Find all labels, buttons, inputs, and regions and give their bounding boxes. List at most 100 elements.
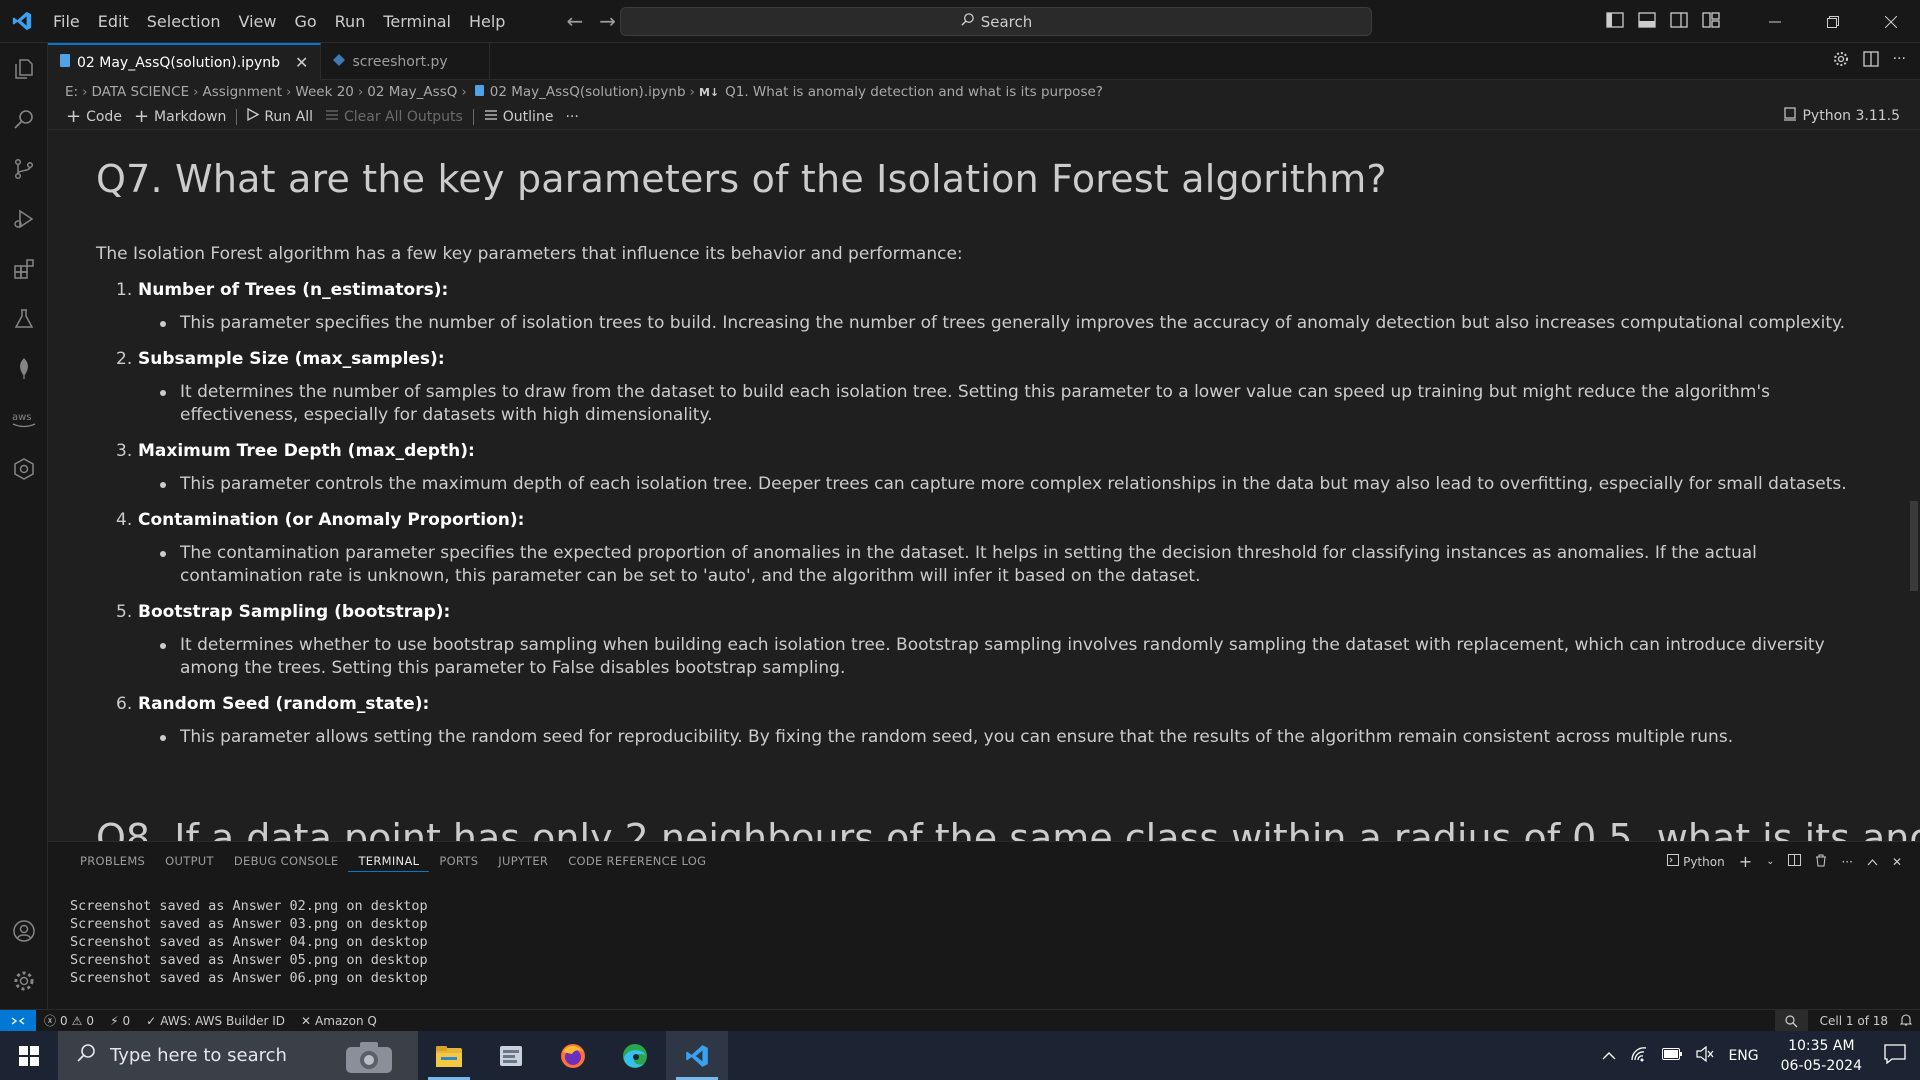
param-title: Random Seed (random_state): — [138, 694, 430, 714]
file-manager-taskbar-icon[interactable] — [480, 1031, 542, 1080]
file-explorer-taskbar-icon[interactable] — [418, 1031, 480, 1080]
tab-terminal[interactable]: TERMINAL — [348, 842, 430, 872]
amazon-q-status[interactable]: ✕ Amazon Q — [293, 1014, 385, 1028]
more-actions-icon[interactable]: ··· — [1893, 51, 1906, 71]
problems-status[interactable]: ⓧ 0 ⚠ 0 — [36, 1012, 102, 1029]
run-debug-icon[interactable] — [0, 197, 48, 241]
tab-python-file[interactable]: screeshort.py — [321, 43, 490, 80]
remote-indicator-icon[interactable] — [0, 1009, 36, 1032]
ports-status[interactable]: ⚡ 0 — [102, 1014, 138, 1028]
tab-output[interactable]: OUTPUT — [155, 842, 224, 880]
split-terminal-icon[interactable] — [1788, 854, 1802, 869]
more-toolbar-actions[interactable]: ··· — [559, 105, 584, 129]
explorer-icon[interactable] — [0, 47, 48, 91]
bell-icon[interactable] — [1899, 1013, 1913, 1029]
close-window-button[interactable] — [1862, 0, 1920, 43]
command-center-search[interactable]: Search — [620, 7, 1372, 36]
menu-selection[interactable]: Selection — [138, 0, 230, 43]
menu-file[interactable]: File — [44, 0, 89, 43]
close-panel-icon[interactable]: ✕ — [1892, 855, 1902, 869]
accounts-icon[interactable] — [0, 909, 48, 953]
breadcrumb-item[interactable]: 02 May_AssQ(solution).ipynb — [490, 84, 686, 100]
source-control-icon[interactable] — [0, 147, 48, 191]
error-icon: ⓧ — [44, 1014, 57, 1028]
volume-muted-icon[interactable] — [1696, 1045, 1714, 1066]
outline-button[interactable]: Outline — [478, 105, 560, 129]
chevron-up-icon[interactable] — [1602, 1048, 1616, 1064]
manage-gear-icon[interactable] — [0, 959, 48, 1003]
restore-button[interactable] — [1804, 0, 1862, 43]
terminal-line: Screenshot saved as Answer 05.png on des… — [70, 952, 428, 968]
tab-jupyter[interactable]: JUPYTER — [488, 842, 558, 880]
plus-icon: + — [66, 106, 82, 127]
aws-status[interactable]: ✓ AWS: AWS Builder ID — [138, 1014, 293, 1028]
maximize-panel-icon[interactable] — [1867, 855, 1878, 869]
settings-gear-icon[interactable] — [1833, 51, 1849, 71]
tab-ports[interactable]: PORTS — [429, 842, 488, 880]
bottom-panel: PROBLEMS OUTPUT DEBUG CONSOLE TERMINAL P… — [48, 841, 1920, 1009]
taskbar-search-box[interactable]: Type here to search — [58, 1031, 418, 1080]
menu-edit[interactable]: Edit — [89, 0, 138, 43]
windows-taskbar: Type here to search ENG 10:35 AM 06-05-2… — [0, 1031, 1920, 1080]
tab-problems[interactable]: PROBLEMS — [70, 842, 155, 880]
battery-icon[interactable] — [1662, 1047, 1683, 1064]
editor-scrollbar-thumb[interactable] — [1910, 501, 1918, 591]
breadcrumb-item[interactable]: Assignment — [203, 84, 282, 100]
tab-debug-console[interactable]: DEBUG CONSOLE — [224, 842, 349, 880]
kernel-picker[interactable]: Python 3.11.5 — [1784, 107, 1900, 125]
menu-help[interactable]: Help — [460, 0, 514, 43]
toggle-primary-sidebar-icon[interactable] — [1606, 11, 1624, 32]
new-terminal-icon[interactable]: + — [1739, 852, 1752, 871]
mongodb-leaf-icon[interactable] — [0, 347, 48, 391]
status-bar: ⓧ 0 ⚠ 0 ⚡ 0 ✓ AWS: AWS Builder ID ✕ Amazon Q … — [0, 1009, 1920, 1032]
terminal-output[interactable]: Screenshot saved as Answer 02.png on des… — [70, 897, 428, 987]
breadcrumb-item[interactable]: E: — [65, 84, 78, 100]
notifications-icon[interactable] — [1884, 1043, 1906, 1068]
menu-terminal[interactable]: Terminal — [374, 0, 460, 43]
split-editor-icon[interactable] — [1862, 51, 1879, 71]
firefox-taskbar-icon[interactable] — [542, 1031, 604, 1080]
clear-all-outputs-button[interactable]: Clear All Outputs — [319, 105, 469, 129]
menu-go[interactable]: Go — [285, 0, 325, 43]
add-code-cell-button[interactable]: + Code — [60, 105, 128, 129]
notebook-editor[interactable]: Q7. What are the key parameters of the I… — [48, 131, 1920, 841]
close-tab-icon[interactable]: ✕ — [295, 53, 308, 72]
testing-flask-icon[interactable] — [0, 297, 48, 341]
aws-icon[interactable]: aws — [0, 397, 48, 441]
add-markdown-cell-button[interactable]: + Markdown — [128, 105, 232, 129]
minimize-button[interactable] — [1746, 0, 1804, 43]
tab-code-reference-log[interactable]: CODE REFERENCE LOG — [558, 842, 716, 880]
edge-taskbar-icon[interactable] — [604, 1031, 666, 1080]
run-all-button[interactable]: Run All — [241, 105, 319, 129]
search-view-icon[interactable] — [0, 97, 48, 141]
language-indicator[interactable]: ENG — [1728, 1048, 1758, 1064]
toggle-panel-icon[interactable] — [1638, 11, 1656, 32]
windows-start-icon[interactable] — [0, 1031, 58, 1080]
param-title: Maximum Tree Depth (max_depth): — [138, 441, 475, 461]
chevron-down-icon[interactable]: ⌄ — [1766, 856, 1774, 867]
breadcrumb-item[interactable]: 02 May_AssQ — [367, 84, 457, 100]
forward-arrow-icon[interactable]: → — [599, 9, 616, 33]
menu-run[interactable]: Run — [326, 0, 375, 43]
cell-indicator[interactable]: Cell 1 of 18 — [1820, 1014, 1888, 1028]
breadcrumb-item[interactable]: Q1. What is anomaly detection and what i… — [725, 84, 1103, 100]
network-icon[interactable] — [1630, 1046, 1648, 1066]
clock[interactable]: 10:35 AM 06-05-2024 — [1781, 1036, 1862, 1076]
menu-view[interactable]: View — [230, 0, 286, 43]
vscode-taskbar-icon[interactable] — [666, 1031, 728, 1080]
amazon-q-label: Amazon Q — [315, 1013, 377, 1028]
add-markdown-label: Markdown — [154, 108, 227, 125]
tab-notebook[interactable]: 02 May_AssQ(solution).ipynb ✕ — [48, 43, 322, 80]
trash-icon[interactable] — [1815, 854, 1827, 870]
back-arrow-icon[interactable]: ← — [566, 9, 583, 33]
amazon-q-icon[interactable] — [0, 447, 48, 491]
zoom-search-icon[interactable] — [1774, 1010, 1808, 1032]
customize-layout-icon[interactable] — [1702, 11, 1720, 32]
extensions-icon[interactable] — [0, 247, 48, 291]
breadcrumb-item[interactable]: DATA SCIENCE — [91, 84, 189, 100]
panel-more-icon[interactable]: ··· — [1841, 855, 1852, 869]
terminal-shell-selector[interactable]: Python — [1667, 854, 1725, 869]
taskbar-search-placeholder: Type here to search — [110, 1045, 287, 1066]
toggle-secondary-sidebar-icon[interactable] — [1670, 11, 1688, 32]
breadcrumb-item[interactable]: Week 20 — [295, 84, 353, 100]
